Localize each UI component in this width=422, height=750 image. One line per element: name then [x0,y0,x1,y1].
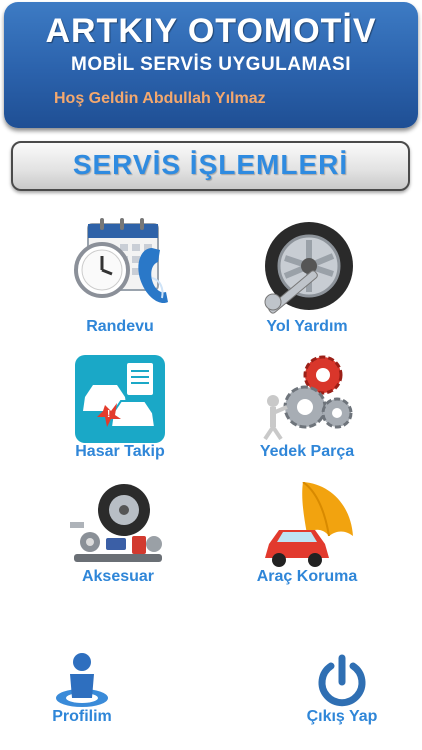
section-title: SERVİS İŞLEMLERİ [72,149,349,180]
yedek-parca-button[interactable]: Yedek Parça [232,355,382,475]
welcome-message: Hoş Geldin Abdullah Yılmaz [54,90,266,107]
service-label: Yedek Parça [259,443,355,460]
svg-text:!: ! [107,409,110,420]
service-label: Araç Koruma [256,568,358,585]
service-label: Hasar Takip [75,443,165,460]
power-icon [318,654,366,707]
arac-koruma-button[interactable]: Araç Koruma [232,482,382,602]
logout-button[interactable]: Çıkış Yap [296,652,388,726]
hasar-takip-button[interactable]: ! Hasar Takip [45,355,195,475]
profile-label: Profilim [52,708,112,725]
section-banner: SERVİS İŞLEMLERİ [11,141,410,191]
logout-label: Çıkış Yap [306,708,378,725]
car-damage-icon: ! [75,355,165,443]
randevu-button[interactable]: Randevu [45,218,195,338]
profile-button[interactable]: Profilim [40,652,124,726]
calendar-clock-phone-icon [74,218,168,304]
service-label: Randevu [86,318,154,335]
app-subtitle: MOBİL SERVİS UYGULAMASI [71,54,351,75]
service-label: Aksesuar [81,568,155,585]
gears-worker-icon [263,355,353,441]
app-title: ARTKIY OTOMOTİV [45,12,377,50]
aksesuar-button[interactable]: Aksesuar [43,482,193,602]
user-profile-icon [56,653,108,707]
car-parts-icon [70,484,162,562]
app-header: ARTKIY OTOMOTİV MOBİL SERVİS UYGULAMASI … [4,2,418,128]
tire-wrench-icon [264,222,353,314]
car-umbrella-icon [265,482,353,567]
service-label: Yol Yardım [266,318,348,335]
yol-yardim-button[interactable]: Yol Yardım [232,218,382,338]
